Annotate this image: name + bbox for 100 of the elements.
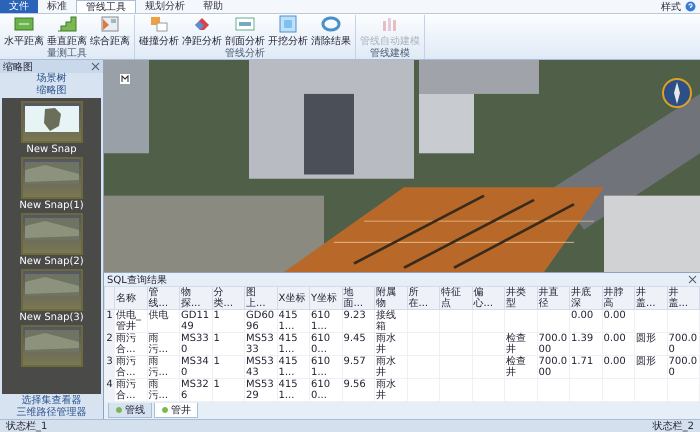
ribbon-button[interactable]: 水平距离 — [3, 15, 45, 48]
snapshot-frame[interactable] — [20, 101, 82, 143]
menu-tab[interactable]: 规划分析 — [136, 0, 194, 13]
table-cell: 圆形 — [634, 332, 667, 356]
table-cell: 700.00 — [667, 332, 700, 356]
column-header[interactable]: 井盖... — [667, 286, 700, 310]
column-header[interactable]: 分类... — [212, 286, 244, 310]
table-cell: 4151... — [277, 356, 310, 378]
snapshot-label: New Snap — [26, 144, 77, 156]
table-cell: 0.00 — [570, 310, 602, 332]
panel-link[interactable]: 缩略图 — [36, 85, 66, 97]
table-cell: 1.71 — [570, 356, 602, 378]
table-cell: 700.000 — [537, 332, 570, 356]
table-cell: 检查井 — [504, 356, 537, 378]
row-number: 3 — [104, 356, 114, 378]
table-cell: 雨污合... — [114, 378, 147, 402]
row-number: 1 — [104, 310, 114, 332]
snapshot-label: New Snap(2) — [19, 256, 84, 268]
pointer-icon[interactable] — [120, 74, 130, 84]
column-header[interactable]: 井脖高 — [602, 286, 634, 310]
table-cell: 1 — [212, 378, 244, 402]
table-cell: MS326 — [180, 378, 212, 402]
column-header[interactable]: 井类型 — [504, 286, 537, 310]
table-cell: 6101... — [310, 356, 342, 378]
style-menu[interactable]: 样式 — [657, 0, 685, 13]
steps-icon — [57, 15, 77, 33]
result-tab[interactable]: 管井 — [154, 403, 198, 418]
group-title: 管线分析 — [225, 48, 265, 60]
table-cell: 雨污合... — [114, 356, 147, 378]
ribbon-button[interactable]: 综合距离 — [89, 15, 131, 48]
snapshot-label: New Snap(3) — [19, 312, 84, 324]
status-text: 状态栏_2 — [652, 420, 694, 432]
table-cell: MS340 — [180, 356, 212, 378]
close-button[interactable] — [91, 62, 100, 71]
table-cell: 0.00 — [602, 332, 634, 356]
menu-tab[interactable]: 标准 — [38, 0, 76, 13]
table-cell: GD1149 — [180, 310, 212, 332]
table-cell: 雨污... — [147, 356, 180, 378]
square-icon — [278, 15, 298, 33]
compass-icon[interactable] — [662, 78, 692, 108]
table-cell: 6100... — [310, 378, 342, 402]
table-cell: 检查井 — [504, 332, 537, 356]
column-header[interactable]: 特征点 — [440, 286, 472, 310]
table-cell: 圆形 — [634, 356, 667, 378]
column-header[interactable]: 所在... — [407, 286, 440, 310]
table-cell: 接线箱 — [374, 310, 407, 332]
aerial-thumbnail — [24, 162, 78, 184]
table-cell: 供电_管井 — [114, 310, 147, 332]
table-cell: 1.39 — [570, 332, 602, 356]
panel-link[interactable]: 场景树 — [36, 73, 66, 85]
close-button[interactable] — [688, 275, 697, 284]
ribbon-button[interactable]: 清除结果 — [310, 15, 352, 48]
table-cell: 4151... — [277, 378, 310, 402]
table-cell: 9.56 — [342, 378, 374, 402]
aerial-thumbnail — [24, 218, 78, 240]
menu-tab[interactable]: 帮助 — [194, 0, 232, 13]
table-cell: MS5333 — [244, 332, 277, 356]
ruler-icon — [14, 15, 34, 33]
menu-tab[interactable]: 文件 — [0, 0, 38, 13]
aerial-thumbnail — [24, 274, 78, 296]
column-header[interactable]: 附属物 — [374, 286, 407, 310]
column-header[interactable]: 偏心... — [472, 286, 504, 310]
column-header[interactable]: 地面... — [342, 286, 374, 310]
table-cell: 雨水井 — [374, 332, 407, 356]
column-header[interactable]: 井盖... — [634, 286, 667, 310]
panel-title: SQL查询结果 — [107, 274, 167, 286]
table-cell: MS5329 — [244, 378, 277, 402]
row-number: 2 — [104, 332, 114, 356]
column-header[interactable]: X坐标 — [277, 286, 310, 310]
column-header[interactable]: 图上... — [244, 286, 277, 310]
column-header[interactable]: 井直径 — [537, 286, 570, 310]
table-cell: 9.23 — [342, 310, 374, 332]
column-header[interactable]: 管线... — [147, 286, 180, 310]
table-cell: 1 — [212, 332, 244, 356]
ribbon-button[interactable]: 垂直距离 — [46, 15, 88, 48]
panel-link[interactable]: 选择集查看器 — [22, 395, 82, 407]
ribbon-button[interactable]: 开挖分析 — [267, 15, 309, 48]
table-cell: 1 — [212, 310, 244, 332]
result-tab[interactable]: 管线 — [108, 403, 152, 418]
ribbon-button[interactable]: 净距分析 — [181, 15, 223, 48]
ribbon-button[interactable]: 剖面分析 — [224, 15, 266, 48]
table-cell: 供电 — [147, 310, 180, 332]
table-cell: 6100... — [310, 332, 342, 356]
table-cell: MS5343 — [244, 356, 277, 378]
table-cell: 雨水井 — [374, 356, 407, 378]
table-cell: 700.00 — [667, 356, 700, 378]
column-header[interactable]: 井底深 — [570, 286, 602, 310]
snapshot-label: New Snap(1) — [19, 200, 84, 212]
ribbon-button[interactable]: 碰撞分析 — [138, 15, 180, 48]
table-cell: GD6096 — [244, 310, 277, 332]
help-icon[interactable] — [685, 1, 696, 12]
table-cell: 雨水井 — [374, 378, 407, 402]
column-header[interactable]: 名称 — [114, 286, 147, 310]
column-header[interactable]: Y坐标 — [310, 286, 342, 310]
panel-link[interactable]: 三维路径管理器 — [16, 407, 86, 419]
column-header[interactable]: 物探... — [180, 286, 212, 310]
pipe-icon — [161, 406, 169, 414]
menu-tab[interactable]: 管线工具 — [76, 0, 136, 13]
table-cell: MS330 — [180, 332, 212, 356]
row-number: 4 — [104, 378, 114, 402]
